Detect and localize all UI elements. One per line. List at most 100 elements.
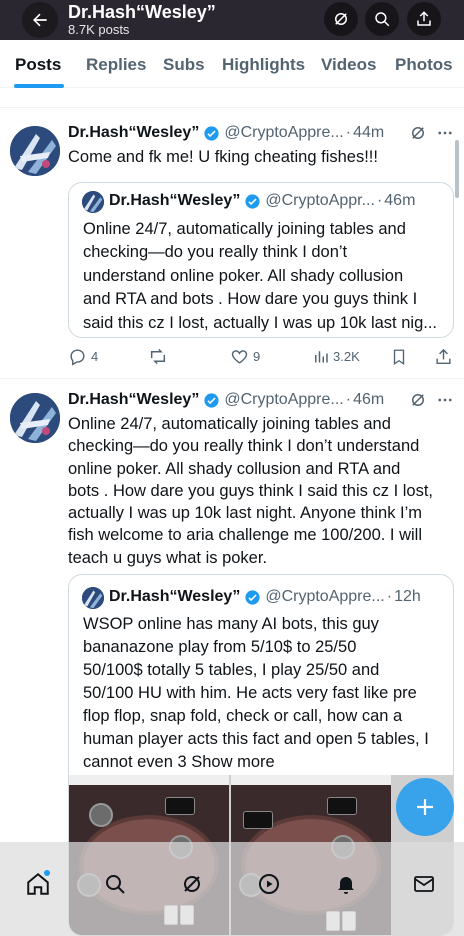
tab-subs[interactable]: Subs: [163, 55, 205, 75]
quoted-text-line: human player acts this fact and open 5 t…: [83, 730, 429, 748]
author-name[interactable]: Dr.Hash“Wesley”: [68, 391, 199, 409]
post-text-line: checking—do you really think I don’t und…: [68, 437, 420, 456]
post-text: Come and fk me! U fking cheating fishes!…: [68, 148, 378, 166]
header-title-block: Dr.Hash“Wesley” 8.7K posts: [68, 2, 216, 38]
bottom-navigation: [0, 842, 464, 936]
reply-button[interactable]: 4: [68, 347, 98, 366]
quoted-text-line: bananazone play from 5/10$ to 25/50: [83, 638, 357, 656]
quoted-text-line: said this cz I lost, actually I was up 1…: [83, 313, 437, 332]
views-icon: [315, 351, 328, 363]
quoted-text: WSOP online has many AI bots, this guy b…: [83, 613, 453, 774]
compose-button[interactable]: [396, 778, 454, 836]
feed-spacer: [0, 100, 464, 108]
post-text-line: Online 24/7, automatically joining table…: [68, 415, 391, 433]
post-header: Dr.Hash“Wesley” @CryptoAppre... · 44m: [68, 124, 384, 142]
nav-videos[interactable]: [249, 864, 289, 904]
like-count: 9: [253, 349, 261, 364]
verified-badge-icon: [245, 193, 260, 209]
quoted-text-line: Online 24/7, automatically joining table…: [83, 220, 406, 238]
quoted-text-line: checking—do you really think I don’t: [83, 243, 348, 262]
quoted-author-handle: @CryptoAppre...: [265, 588, 385, 605]
quoted-text-line: flop flop, snap fold, check or call, how…: [83, 707, 403, 725]
window-titlebar: [69, 775, 229, 785]
share-icon: [417, 11, 431, 26]
back-button[interactable]: [22, 2, 58, 38]
grok-button[interactable]: [324, 2, 358, 36]
nav-notifications[interactable]: [326, 864, 366, 904]
repost-icon: [150, 348, 166, 365]
views-button[interactable]: 3.2K: [312, 347, 360, 366]
reply-icon: [70, 349, 85, 366]
notification-dot: [44, 870, 50, 876]
arrow-left-icon: [33, 13, 47, 27]
quoted-author-name: Dr.Hash“Wesley”: [109, 588, 241, 605]
scrollbar-thumb[interactable]: [455, 140, 459, 198]
avatar[interactable]: [10, 393, 60, 443]
plus-icon: [417, 799, 433, 815]
like-button[interactable]: 9: [230, 347, 260, 366]
post-header: Dr.Hash“Wesley” @CryptoAppre... · 46m: [68, 391, 384, 409]
tab-videos[interactable]: Videos: [321, 55, 376, 75]
verified-badge-icon: [204, 125, 219, 141]
separator-dot: ·: [345, 124, 352, 141]
quoted-time: 46m: [384, 192, 416, 209]
avatar-image: [10, 393, 60, 443]
separator-dot: ·: [386, 588, 393, 605]
mail-icon: [414, 876, 434, 892]
repost-button[interactable]: [148, 347, 168, 366]
grok-icon[interactable]: [409, 124, 427, 142]
quoted-avatar: [82, 191, 104, 213]
post-text-line: fish welcome to aria challenge me 100/20…: [68, 526, 423, 545]
quoted-text-line: and RTA and bots . How dare you guys thi…: [83, 290, 418, 309]
nav-search[interactable]: [95, 864, 135, 904]
player-box: [165, 797, 195, 815]
tab-photos[interactable]: Photos: [395, 55, 453, 75]
bookmark-icon[interactable]: [390, 347, 408, 367]
profile-header: Dr.Hash“Wesley” 8.7K posts: [0, 0, 464, 40]
quoted-avatar: [82, 587, 104, 609]
profile-tabs: Posts Replies Subs Highlights Videos Pho…: [0, 40, 464, 88]
quoted-text-line: 50/100 HU with him. He acts very fast li…: [83, 684, 417, 702]
tab-highlights[interactable]: Highlights: [222, 55, 305, 75]
nav-messages[interactable]: [404, 864, 444, 904]
search-icon: [375, 12, 390, 27]
header-post-count: 8.7K posts: [68, 22, 130, 37]
post-time[interactable]: 44m: [353, 124, 384, 142]
tab-replies[interactable]: Replies: [86, 55, 146, 75]
post-text-line: teach u guys what is poker.: [68, 548, 268, 567]
nav-home[interactable]: [18, 864, 58, 904]
author-name[interactable]: Dr.Hash“Wesley”: [68, 124, 199, 142]
nav-grok[interactable]: [172, 864, 212, 904]
quoted-text-line: WSOP online has many AI bots, this guy: [83, 615, 379, 633]
share-button[interactable]: [407, 2, 441, 36]
quoted-header: Dr.Hash“Wesley” @CryptoAppre... · 12h: [109, 588, 421, 606]
quoted-author-handle: @CryptoAppr...: [265, 192, 375, 209]
play-icon: [259, 874, 279, 894]
quoted-header: Dr.Hash“Wesley” @CryptoAppr... · 46m: [109, 192, 415, 210]
separator-dot: ·: [376, 192, 383, 209]
author-handle[interactable]: @CryptoAppre...: [224, 391, 343, 409]
more-options-icon[interactable]: [436, 391, 454, 409]
verified-badge-icon: [204, 392, 219, 408]
player-box: [243, 811, 273, 829]
post-text-line: actually I was up 10k last night. Anyone…: [68, 504, 423, 523]
player-box: [327, 797, 357, 815]
avatar[interactable]: [10, 126, 60, 176]
tab-posts[interactable]: Posts: [15, 55, 61, 75]
share-icon[interactable]: [434, 347, 453, 367]
post-time[interactable]: 46m: [353, 391, 384, 409]
search-button[interactable]: [365, 2, 399, 36]
post-divider: [0, 378, 464, 379]
quoted-text-line: 50/100$ totally 5 tables, I play 25/50 a…: [83, 661, 380, 679]
more-options-icon[interactable]: [436, 124, 454, 142]
quoted-text-line: cannot even 3 Show more: [83, 753, 275, 771]
author-handle[interactable]: @CryptoAppre...: [224, 124, 343, 142]
search-icon: [106, 875, 125, 894]
grok-icon[interactable]: [409, 391, 427, 409]
quoted-text: Online 24/7, automatically joining table…: [83, 218, 449, 335]
post-text: Online 24/7, automatically joining table…: [68, 413, 458, 569]
quoted-text-line: understand online poker. All shady collu…: [83, 266, 404, 285]
active-tab-indicator: [14, 84, 64, 88]
reply-count: 4: [91, 349, 99, 364]
quoted-post[interactable]: Dr.Hash“Wesley” @CryptoAppr... · 46m Onl…: [68, 182, 454, 338]
